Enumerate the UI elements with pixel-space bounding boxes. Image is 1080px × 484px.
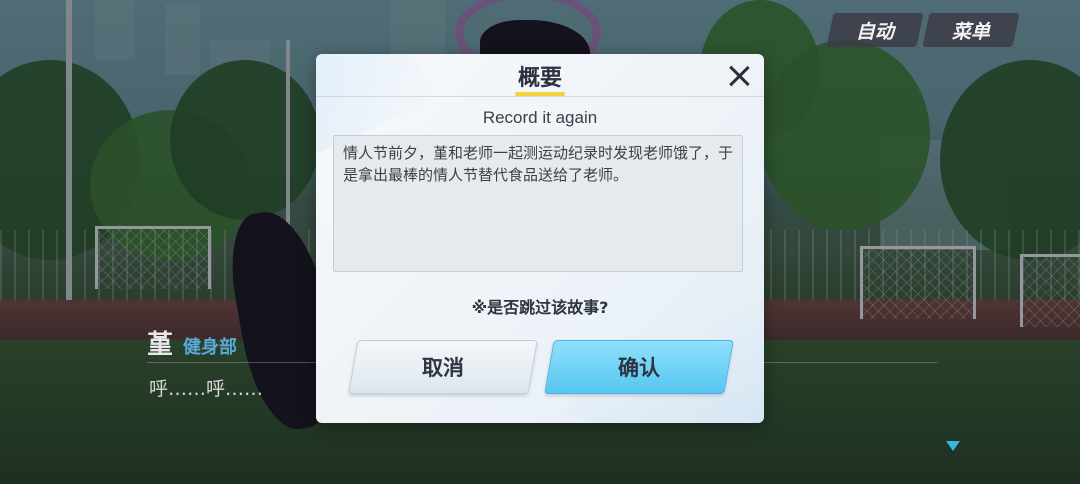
episode-title: Record it again: [482, 108, 598, 127]
dialogue-text: 呼……呼……: [149, 378, 264, 400]
summary-text-box: 情人节前夕，堇和老师一起测运动纪录时发现老师饿了，于是拿出最棒的情人节替代食品送…: [333, 135, 743, 272]
confirm-button[interactable]: 确认: [544, 340, 734, 394]
auto-button-label: 自动: [855, 20, 894, 43]
speaker-name: 堇: [147, 330, 174, 360]
modal-divider: [316, 96, 764, 97]
skip-question: ※是否跳过该故事?: [471, 298, 609, 317]
menu-button-label: 菜单: [951, 20, 990, 43]
confirm-button-label: 确认: [618, 356, 660, 380]
close-icon[interactable]: [726, 62, 752, 90]
summary-text: 情人节前夕，堇和老师一起测运动纪录时发现老师饿了，于是拿出最棒的情人节替代食品送…: [343, 144, 734, 184]
next-arrow-icon[interactable]: [946, 441, 960, 451]
menu-button[interactable]: 菜单: [922, 13, 1020, 47]
cancel-button-label: 取消: [422, 356, 464, 380]
cancel-button[interactable]: 取消: [348, 340, 538, 394]
summary-modal: 概要 Record it again 情人节前夕，堇和老师一起测运动纪录时发现老…: [316, 54, 764, 423]
speaker-block: 堇 健身部: [147, 324, 237, 361]
modal-title: 概要: [517, 66, 562, 91]
auto-button[interactable]: 自动: [826, 13, 924, 47]
speaker-affiliation: 健身部: [183, 337, 238, 358]
